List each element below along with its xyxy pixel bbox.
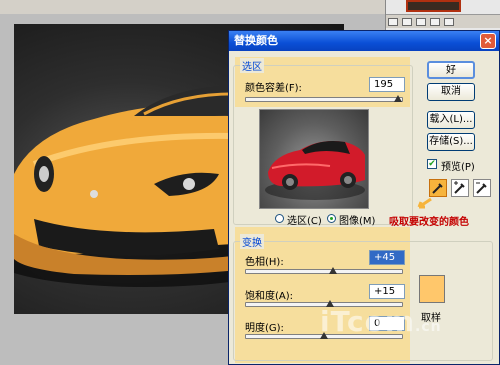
transform-group-label: 变换 bbox=[240, 234, 264, 249]
fuzziness-input[interactable]: 195 bbox=[369, 77, 405, 92]
hue-input[interactable]: +45 bbox=[369, 250, 405, 265]
load-button[interactable]: 载入(L)... bbox=[427, 111, 475, 129]
close-icon[interactable]: × bbox=[480, 33, 496, 49]
arrow-icon bbox=[417, 197, 432, 209]
save-button[interactable]: 存储(S)... bbox=[427, 133, 475, 151]
eyedropper-minus-icon[interactable] bbox=[473, 179, 491, 197]
fuzziness-slider[interactable] bbox=[245, 97, 403, 102]
radio-image-label: 图像(M) bbox=[339, 216, 376, 227]
ok-button[interactable]: 好 bbox=[427, 61, 475, 79]
saturation-input[interactable]: +15 bbox=[369, 284, 405, 299]
radio-image[interactable] bbox=[327, 214, 336, 223]
red-car-preview bbox=[265, 141, 365, 200]
lightness-label: 明度(G): bbox=[245, 323, 284, 334]
watermark-suffix: .cn bbox=[415, 319, 442, 335]
checkmark-icon: ✔ bbox=[428, 159, 436, 169]
hue-label: 色相(H): bbox=[245, 257, 284, 268]
cancel-button[interactable]: 取消 bbox=[427, 83, 475, 101]
preview-label: 预览(P) bbox=[441, 162, 475, 173]
saturation-label: 饱和度(A): bbox=[245, 291, 294, 302]
dialog-titlebar[interactable]: 替换颜色 × bbox=[229, 31, 499, 51]
preview-checkbox[interactable]: ✔ bbox=[427, 159, 437, 169]
radio-selection-label: 选区(C) bbox=[287, 216, 322, 227]
selection-group-label: 选区 bbox=[240, 58, 264, 73]
radio-selection[interactable] bbox=[275, 214, 284, 223]
dialog-title: 替换颜色 bbox=[234, 34, 278, 47]
hue-slider[interactable] bbox=[245, 269, 403, 274]
hue-slider-thumb[interactable] bbox=[329, 267, 338, 274]
sample-color-swatch[interactable] bbox=[419, 275, 445, 303]
fuzziness-label: 颜色容差(F): bbox=[245, 83, 302, 94]
annotation-text: 吸取要改变的颜色 bbox=[389, 217, 469, 228]
fuzziness-slider-thumb[interactable] bbox=[394, 95, 403, 102]
eyedropper-plus-icon[interactable] bbox=[451, 179, 469, 197]
layer-thumbnail[interactable] bbox=[406, 0, 461, 12]
panel-toolbar bbox=[386, 14, 500, 28]
watermark-main: iTcom bbox=[320, 305, 415, 338]
watermark: iTcom.cn bbox=[320, 305, 442, 338]
background-panel bbox=[385, 0, 500, 30]
eyedropper-icon[interactable] bbox=[429, 179, 447, 197]
selection-preview-image bbox=[259, 109, 369, 209]
